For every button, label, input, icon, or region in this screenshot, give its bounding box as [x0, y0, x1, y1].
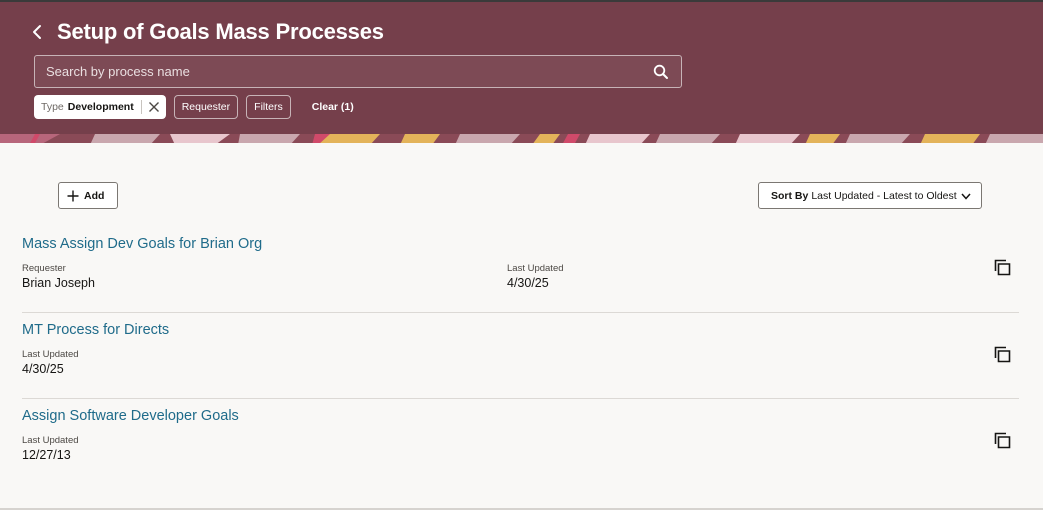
last-updated-field: Last Updated 4/30/25: [22, 349, 79, 376]
chevron-down-icon: [961, 193, 971, 200]
sort-label: Sort By: [771, 189, 809, 202]
field-label: Last Updated: [22, 349, 79, 360]
add-button-label: Add: [84, 189, 105, 202]
back-button[interactable]: [30, 23, 46, 41]
duplicate-icon: [994, 346, 1011, 363]
header-decorative-pattern: [0, 134, 1043, 143]
type-filter-value: Development: [67, 101, 134, 113]
field-label: Last Updated: [22, 435, 79, 446]
sort-value: Last Updated - Latest to Oldest: [811, 189, 957, 202]
process-name-link[interactable]: Assign Software Developer Goals: [22, 408, 239, 424]
clear-filters-link[interactable]: Clear (1): [312, 101, 354, 113]
divider: [22, 398, 1019, 399]
page-title: Setup of Goals Mass Processes: [57, 19, 384, 44]
add-button[interactable]: Add: [58, 182, 118, 209]
duplicate-icon: [994, 432, 1011, 449]
filter-chips: Type Development Requester Filters Clear…: [34, 95, 354, 119]
page-header: Setup of Goals Mass Processes Type Devel…: [0, 2, 1043, 143]
list-item: MT Process for Directs Last Updated 4/30…: [22, 322, 1019, 382]
process-name-link[interactable]: MT Process for Directs: [22, 322, 169, 338]
list-item: Mass Assign Dev Goals for Brian Org Requ…: [22, 236, 1019, 296]
type-filter-chip[interactable]: Type Development: [34, 95, 166, 119]
field-label: Requester: [22, 263, 66, 274]
field-value: 12/27/13: [22, 448, 71, 462]
plus-icon: [67, 190, 79, 201]
close-icon: [148, 102, 159, 112]
process-name-link[interactable]: Mass Assign Dev Goals for Brian Org: [22, 236, 262, 252]
search-input[interactable]: [46, 56, 636, 87]
search-button[interactable]: [653, 64, 669, 80]
requester-field: Requester Brian Joseph: [22, 263, 95, 290]
requester-filter-button[interactable]: Requester: [173, 95, 239, 119]
duplicate-icon: [994, 259, 1011, 276]
chevron-left-icon: [33, 25, 41, 39]
search-bar: [34, 55, 682, 88]
list-item: Assign Software Developer Goals Last Upd…: [22, 408, 1019, 468]
field-label: Last Updated: [507, 263, 564, 274]
type-filter-label: Type: [41, 101, 64, 113]
duplicate-button[interactable]: [994, 432, 1011, 449]
sort-select[interactable]: Sort By Last Updated - Latest to Oldest: [758, 182, 982, 209]
remove-filter-button[interactable]: [142, 95, 166, 119]
last-updated-field: Last Updated 12/27/13: [22, 435, 79, 462]
field-value: 4/30/25: [22, 362, 64, 376]
last-updated-field: Last Updated 4/30/25: [507, 263, 564, 290]
filters-button[interactable]: Filters: [246, 95, 291, 119]
field-value: 4/30/25: [507, 276, 549, 290]
divider: [22, 312, 1019, 313]
duplicate-button[interactable]: [994, 346, 1011, 363]
search-icon: [653, 64, 668, 79]
duplicate-button[interactable]: [994, 259, 1011, 276]
field-value: Brian Joseph: [22, 276, 95, 290]
